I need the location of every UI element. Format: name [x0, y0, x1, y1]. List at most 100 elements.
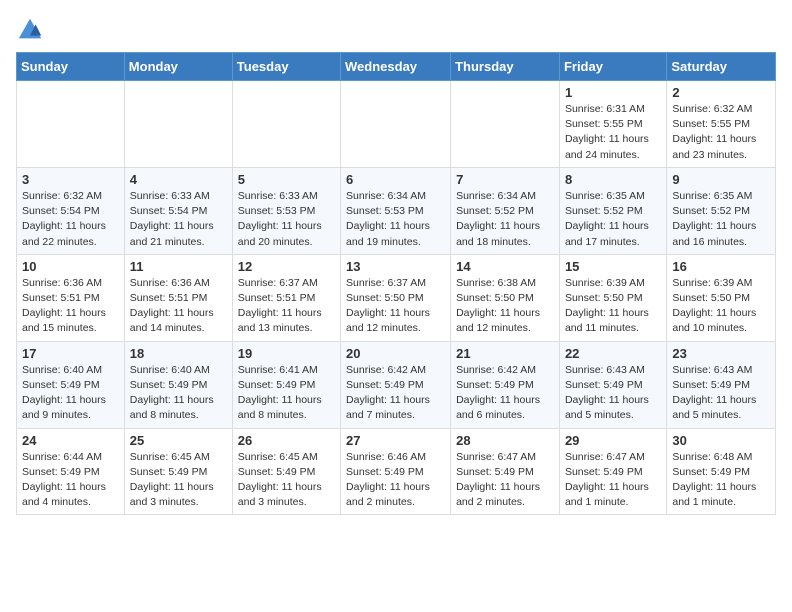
- day-info: Sunrise: 6:43 AMSunset: 5:49 PMDaylight:…: [672, 363, 770, 424]
- day-number: 10: [22, 259, 119, 274]
- calendar-cell: 23 Sunrise: 6:43 AMSunset: 5:49 PMDayligh…: [667, 341, 776, 428]
- day-of-week-header: Wednesday: [341, 53, 451, 81]
- day-info: Sunrise: 6:37 AMSunset: 5:51 PMDaylight:…: [238, 276, 335, 337]
- day-number: 12: [238, 259, 335, 274]
- calendar-header-row: SundayMondayTuesdayWednesdayThursdayFrid…: [17, 53, 776, 81]
- day-of-week-header: Thursday: [451, 53, 560, 81]
- day-of-week-header: Tuesday: [232, 53, 340, 81]
- day-number: 6: [346, 172, 445, 187]
- day-number: 16: [672, 259, 770, 274]
- day-number: 14: [456, 259, 554, 274]
- calendar-cell: 21 Sunrise: 6:42 AMSunset: 5:49 PMDayligh…: [451, 341, 560, 428]
- calendar-cell: 1 Sunrise: 6:31 AMSunset: 5:55 PMDaylight…: [559, 81, 666, 168]
- calendar-cell: 14 Sunrise: 6:38 AMSunset: 5:50 PMDayligh…: [451, 254, 560, 341]
- calendar-cell: 8 Sunrise: 6:35 AMSunset: 5:52 PMDaylight…: [559, 167, 666, 254]
- day-of-week-header: Sunday: [17, 53, 125, 81]
- day-number: 1: [565, 85, 661, 100]
- day-info: Sunrise: 6:33 AMSunset: 5:53 PMDaylight:…: [238, 189, 335, 250]
- calendar-cell: 26Sunrise: 6:45 AMSunset: 5:49 PMDayligh…: [232, 428, 340, 515]
- day-number: 4: [130, 172, 227, 187]
- day-info: Sunrise: 6:35 AMSunset: 5:52 PMDaylight:…: [565, 189, 661, 250]
- calendar-cell: 4 Sunrise: 6:33 AMSunset: 5:54 PMDaylight…: [124, 167, 232, 254]
- day-info: Sunrise: 6:36 AMSunset: 5:51 PMDaylight:…: [22, 276, 119, 337]
- calendar-week-row: 3 Sunrise: 6:32 AMSunset: 5:54 PMDaylight…: [17, 167, 776, 254]
- logo: [16, 16, 48, 44]
- day-number: 2: [672, 85, 770, 100]
- day-info: Sunrise: 6:31 AMSunset: 5:55 PMDaylight:…: [565, 102, 661, 163]
- calendar-cell: 2 Sunrise: 6:32 AMSunset: 5:55 PMDaylight…: [667, 81, 776, 168]
- day-of-week-header: Saturday: [667, 53, 776, 81]
- day-number: 9: [672, 172, 770, 187]
- day-info: Sunrise: 6:46 AMSunset: 5:49 PMDaylight:…: [346, 450, 445, 511]
- calendar-cell: 28Sunrise: 6:47 AMSunset: 5:49 PMDayligh…: [451, 428, 560, 515]
- day-number: 3: [22, 172, 119, 187]
- day-info: Sunrise: 6:47 AMSunset: 5:49 PMDaylight:…: [456, 450, 554, 511]
- day-number: 22: [565, 346, 661, 361]
- day-number: 17: [22, 346, 119, 361]
- day-number: 21: [456, 346, 554, 361]
- calendar-cell: 7Sunrise: 6:34 AMSunset: 5:52 PMDaylight…: [451, 167, 560, 254]
- day-info: Sunrise: 6:37 AMSunset: 5:50 PMDaylight:…: [346, 276, 445, 337]
- day-number: 26: [238, 433, 335, 448]
- calendar-cell: 12 Sunrise: 6:37 AMSunset: 5:51 PMDayligh…: [232, 254, 340, 341]
- calendar-cell: [124, 81, 232, 168]
- calendar-cell: [451, 81, 560, 168]
- calendar-cell: 3 Sunrise: 6:32 AMSunset: 5:54 PMDaylight…: [17, 167, 125, 254]
- day-info: Sunrise: 6:40 AMSunset: 5:49 PMDaylight:…: [22, 363, 119, 424]
- day-info: Sunrise: 6:48 AMSunset: 5:49 PMDaylight:…: [672, 450, 770, 511]
- day-of-week-header: Friday: [559, 53, 666, 81]
- calendar-week-row: 24Sunrise: 6:44 AMSunset: 5:49 PMDayligh…: [17, 428, 776, 515]
- calendar-cell: 18 Sunrise: 6:40 AMSunset: 5:49 PMDayligh…: [124, 341, 232, 428]
- calendar-cell: 11 Sunrise: 6:36 AMSunset: 5:51 PMDayligh…: [124, 254, 232, 341]
- calendar-cell: 19 Sunrise: 6:41 AMSunset: 5:49 PMDayligh…: [232, 341, 340, 428]
- calendar-cell: 25 Sunrise: 6:45 AMSunset: 5:49 PMDayligh…: [124, 428, 232, 515]
- day-number: 8: [565, 172, 661, 187]
- day-number: 24: [22, 433, 119, 448]
- day-number: 19: [238, 346, 335, 361]
- day-info: Sunrise: 6:33 AMSunset: 5:54 PMDaylight:…: [130, 189, 227, 250]
- calendar-week-row: 10 Sunrise: 6:36 AMSunset: 5:51 PMDayligh…: [17, 254, 776, 341]
- day-number: 5: [238, 172, 335, 187]
- calendar-cell: 5 Sunrise: 6:33 AMSunset: 5:53 PMDaylight…: [232, 167, 340, 254]
- day-info: Sunrise: 6:40 AMSunset: 5:49 PMDaylight:…: [130, 363, 227, 424]
- day-info: Sunrise: 6:41 AMSunset: 5:49 PMDaylight:…: [238, 363, 335, 424]
- calendar-cell: [17, 81, 125, 168]
- day-info: Sunrise: 6:34 AMSunset: 5:53 PMDaylight:…: [346, 189, 445, 250]
- calendar-cell: [341, 81, 451, 168]
- day-info: Sunrise: 6:35 AMSunset: 5:52 PMDaylight:…: [672, 189, 770, 250]
- day-number: 29: [565, 433, 661, 448]
- calendar-cell: 15 Sunrise: 6:39 AMSunset: 5:50 PMDayligh…: [559, 254, 666, 341]
- day-info: Sunrise: 6:42 AMSunset: 5:49 PMDaylight:…: [456, 363, 554, 424]
- logo-icon: [16, 16, 44, 44]
- day-info: Sunrise: 6:45 AMSunset: 5:49 PMDaylight:…: [130, 450, 227, 511]
- day-info: Sunrise: 6:36 AMSunset: 5:51 PMDaylight:…: [130, 276, 227, 337]
- calendar-cell: 17 Sunrise: 6:40 AMSunset: 5:49 PMDayligh…: [17, 341, 125, 428]
- day-info: Sunrise: 6:39 AMSunset: 5:50 PMDaylight:…: [672, 276, 770, 337]
- day-info: Sunrise: 6:32 AMSunset: 5:54 PMDaylight:…: [22, 189, 119, 250]
- calendar-cell: 24Sunrise: 6:44 AMSunset: 5:49 PMDayligh…: [17, 428, 125, 515]
- day-number: 25: [130, 433, 227, 448]
- day-info: Sunrise: 6:38 AMSunset: 5:50 PMDaylight:…: [456, 276, 554, 337]
- calendar-cell: 29 Sunrise: 6:47 AMSunset: 5:49 PMDayligh…: [559, 428, 666, 515]
- calendar-cell: [232, 81, 340, 168]
- calendar-week-row: 1 Sunrise: 6:31 AMSunset: 5:55 PMDaylight…: [17, 81, 776, 168]
- page-header: [16, 16, 776, 44]
- day-number: 18: [130, 346, 227, 361]
- day-number: 15: [565, 259, 661, 274]
- day-info: Sunrise: 6:39 AMSunset: 5:50 PMDaylight:…: [565, 276, 661, 337]
- calendar-cell: 13Sunrise: 6:37 AMSunset: 5:50 PMDayligh…: [341, 254, 451, 341]
- day-number: 27: [346, 433, 445, 448]
- calendar-cell: 20Sunrise: 6:42 AMSunset: 5:49 PMDayligh…: [341, 341, 451, 428]
- day-info: Sunrise: 6:47 AMSunset: 5:49 PMDaylight:…: [565, 450, 661, 511]
- day-info: Sunrise: 6:32 AMSunset: 5:55 PMDaylight:…: [672, 102, 770, 163]
- calendar-week-row: 17 Sunrise: 6:40 AMSunset: 5:49 PMDayligh…: [17, 341, 776, 428]
- day-info: Sunrise: 6:34 AMSunset: 5:52 PMDaylight:…: [456, 189, 554, 250]
- day-number: 11: [130, 259, 227, 274]
- calendar-cell: 10 Sunrise: 6:36 AMSunset: 5:51 PMDayligh…: [17, 254, 125, 341]
- day-of-week-header: Monday: [124, 53, 232, 81]
- calendar-cell: 16 Sunrise: 6:39 AMSunset: 5:50 PMDayligh…: [667, 254, 776, 341]
- calendar-table: SundayMondayTuesdayWednesdayThursdayFrid…: [16, 52, 776, 515]
- calendar-cell: 6 Sunrise: 6:34 AMSunset: 5:53 PMDaylight…: [341, 167, 451, 254]
- day-number: 23: [672, 346, 770, 361]
- calendar-cell: 30Sunrise: 6:48 AMSunset: 5:49 PMDayligh…: [667, 428, 776, 515]
